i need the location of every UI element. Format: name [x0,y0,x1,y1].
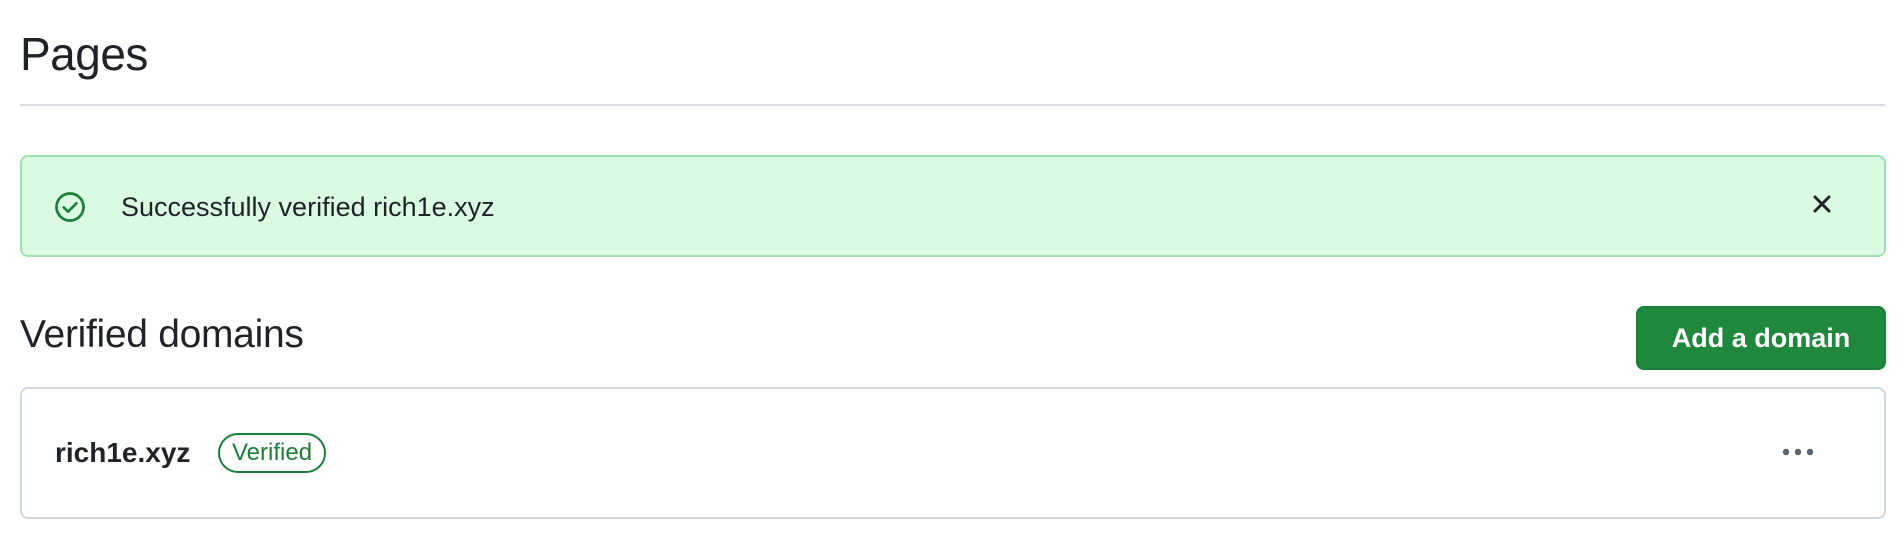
verified-domains-title: Verified domains [20,313,304,356]
verified-domain-row: rich1e.xyz Verified [20,387,1886,519]
add-domain-button[interactable]: Add a domain [1636,306,1886,370]
kebab-horizontal-icon [1779,445,1817,462]
close-flash-button[interactable] [1804,187,1840,223]
domain-name: rich1e.xyz [55,437,191,468]
page-title: Pages [20,28,148,80]
flash-message: Successfully verified rich1e.xyz [121,192,495,222]
domain-options-button[interactable] [1774,433,1822,473]
check-circle-icon [53,190,87,224]
page-header: Pages [20,0,1885,106]
success-flash: Successfully verified rich1e.xyz [20,155,1886,257]
close-icon [1809,191,1835,220]
pages-settings: Pages Successfully verified rich1e.xyz V… [0,0,1904,540]
status-badge: Verified [218,433,327,473]
